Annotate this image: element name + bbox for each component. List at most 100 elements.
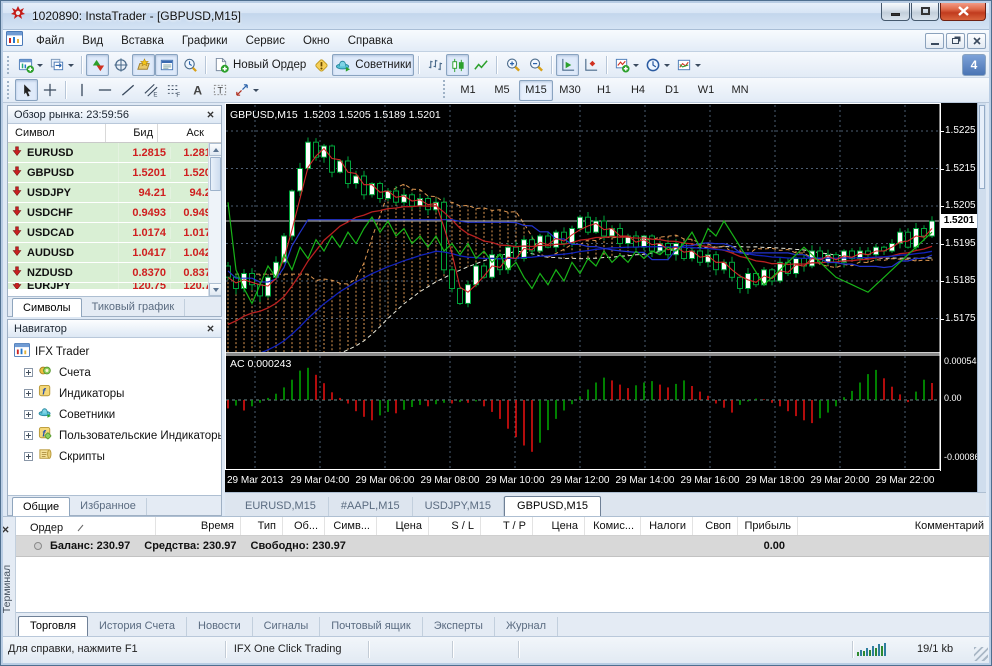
menu-item-Сервис[interactable]: Сервис — [237, 32, 294, 50]
strategy-tester-icon[interactable] — [178, 54, 201, 76]
timeframe-H1[interactable]: H1 — [587, 80, 621, 101]
chart-tab-EURUSD,M15[interactable]: EURUSD,M15 — [233, 497, 329, 516]
quote-row-USDCHF[interactable]: USDCHF 0.9493 0.9496 — [8, 203, 221, 223]
navigator-item-Советники[interactable]: Советники — [14, 404, 221, 425]
quote-row-GBPUSD[interactable]: GBPUSD 1.5201 1.5204 — [8, 163, 221, 183]
expand-plus-icon[interactable] — [24, 431, 33, 440]
menu-item-Файл[interactable]: Файл — [27, 32, 73, 50]
zoom-out-icon[interactable] — [524, 54, 547, 76]
terminal-tab-Журнал[interactable]: Журнал — [495, 617, 559, 636]
terminal-tab-Почтовый ящик[interactable]: Почтовый ящик — [320, 617, 423, 636]
menu-item-Вставка[interactable]: Вставка — [112, 32, 173, 50]
terminal-column-Налоги[interactable]: Налоги — [641, 517, 693, 535]
terminal-column-Цена[interactable]: Цена — [377, 517, 429, 535]
candlestick-icon[interactable] — [446, 53, 470, 76]
mdi-minimize-button[interactable] — [925, 32, 944, 49]
terminal-tab-Эксперты[interactable]: Эксперты — [423, 617, 495, 636]
terminal-column-Комис...[interactable]: Комис... — [585, 517, 641, 535]
expand-plus-icon[interactable] — [24, 389, 33, 398]
terminal-column-Симв...[interactable]: Симв... — [325, 517, 377, 535]
market-watch-icon[interactable] — [86, 53, 109, 76]
quote-row-USDCAD[interactable]: USDCAD 1.0174 1.0177 — [8, 223, 221, 243]
indicators-icon[interactable] — [611, 54, 642, 76]
mdi-close-button[interactable] — [967, 32, 986, 49]
menu-item-Вид[interactable]: Вид — [73, 32, 112, 50]
navigator-item-Пользовательские Индикаторы[interactable]: f Пользовательские Индикаторы — [14, 425, 221, 446]
arrows-icon[interactable] — [231, 79, 262, 101]
terminal-tab-Сигналы[interactable]: Сигналы — [253, 617, 321, 636]
navigator-item-Счета[interactable]: Счета — [14, 362, 221, 383]
profiles-icon[interactable] — [46, 54, 77, 76]
chart-tab-USDJPY,M15[interactable]: USDJPY,M15 — [413, 497, 505, 516]
navigator-close-icon[interactable] — [204, 322, 217, 335]
terminal-column-Время[interactable]: Время — [156, 517, 241, 535]
chart-tab-GBPUSD,M15[interactable]: GBPUSD,M15 — [504, 496, 601, 516]
quote-row-NZDUSD[interactable]: NZDUSD 0.8370 0.8373 — [8, 263, 221, 283]
terminal-tab-Торговля[interactable]: Торговля — [18, 616, 88, 636]
toolbar-grip[interactable] — [7, 55, 12, 74]
terminal-tab-Новости[interactable]: Новости — [187, 617, 253, 636]
quote-row-AUDUSD[interactable]: AUDUSD 1.0417 1.0420 — [8, 243, 221, 263]
maximize-button[interactable] — [911, 2, 939, 21]
horizontal-line-icon[interactable] — [93, 79, 116, 101]
column-symbol[interactable]: Символ — [8, 124, 106, 142]
terminal-tab-История Счета[interactable]: История Счета — [88, 617, 188, 636]
menu-item-Графики[interactable]: Графики — [173, 32, 237, 50]
terminal-column-Комментарий[interactable]: Комментарий — [798, 517, 992, 535]
chart-canvas[interactable]: GBPUSD,M15 1.5203 1.5205 1.5189 1.5201 A… — [225, 103, 986, 492]
terminal-column-Ордер[interactable]: Ордер — [16, 517, 156, 535]
bar-chart-icon[interactable] — [423, 54, 446, 76]
minimize-button[interactable] — [881, 2, 910, 21]
expand-plus-icon[interactable] — [24, 452, 33, 461]
auto-scroll-icon[interactable] — [556, 53, 580, 76]
expand-plus-icon[interactable] — [24, 368, 33, 377]
market-watch-tab-Символы[interactable]: Символы — [12, 298, 82, 317]
column-bid[interactable]: Бид — [106, 124, 158, 142]
quote-row-USDJPY[interactable]: USDJPY 94.21 94.24 — [8, 183, 221, 203]
market-watch-tab-Тиковый график[interactable]: Тиковый график — [82, 299, 186, 316]
terminal-close-icon[interactable] — [2, 520, 9, 538]
fibonacci-icon[interactable]: F — [162, 79, 185, 101]
chart-scrollbar[interactable] — [977, 103, 986, 492]
terminal-column-Тип[interactable]: Тип — [241, 517, 283, 535]
timeframe-W1[interactable]: W1 — [689, 80, 723, 101]
terminal-column-Прибыль[interactable]: Прибыль — [738, 517, 798, 535]
cursor-icon[interactable] — [15, 79, 38, 101]
toolbar-grip[interactable] — [443, 79, 448, 98]
terminal-column-Цена[interactable]: Цена — [533, 517, 585, 535]
toolbar-grip[interactable] — [7, 81, 12, 99]
market-watch-close-icon[interactable] — [204, 108, 217, 121]
scroll-down-icon[interactable] — [209, 283, 221, 296]
crosshair-icon[interactable] — [38, 79, 61, 101]
navigator-root[interactable]: IFX Trader — [14, 341, 221, 362]
text-label-icon[interactable]: T — [208, 79, 231, 101]
button-advisors-icon[interactable]: Советники — [332, 53, 415, 76]
market-watch-scrollbar[interactable] — [208, 143, 221, 296]
zoom-in-icon[interactable] — [501, 54, 524, 76]
timeframe-MN[interactable]: MN — [723, 80, 757, 101]
timeframe-D1[interactable]: D1 — [655, 80, 689, 101]
scrollbar-thumb[interactable] — [209, 157, 221, 191]
timeframe-M1[interactable]: M1 — [451, 80, 485, 101]
quote-row-EURJPY[interactable]: EURJPY 120.75 120.79 — [8, 283, 221, 290]
mdi-restore-button[interactable] — [946, 32, 965, 49]
text-icon[interactable]: A — [185, 79, 208, 101]
expand-plus-icon[interactable] — [24, 410, 33, 419]
alert-icon[interactable] — [309, 54, 332, 76]
terminal-column-T / P[interactable]: T / P — [481, 517, 533, 535]
navigator-tab-Общие[interactable]: Общие — [12, 497, 71, 516]
navigator-icon[interactable] — [132, 53, 155, 76]
terminal-column-S / L[interactable]: S / L — [429, 517, 481, 535]
data-window-icon[interactable] — [109, 54, 132, 76]
notifications-button[interactable]: 4 — [962, 53, 986, 76]
navigator-item-Индикаторы[interactable]: f Индикаторы — [14, 383, 221, 404]
resize-grip[interactable] — [974, 647, 989, 661]
terminal-column-Об...[interactable]: Об... — [283, 517, 325, 535]
templates-icon[interactable] — [673, 54, 704, 76]
navigator-tab-Избранное[interactable]: Избранное — [70, 498, 147, 515]
periods-icon[interactable] — [642, 54, 673, 76]
menu-item-Окно[interactable]: Окно — [294, 32, 339, 50]
menu-item-Справка[interactable]: Справка — [339, 32, 402, 50]
close-button[interactable] — [940, 2, 986, 21]
line-chart-icon[interactable] — [469, 54, 492, 76]
